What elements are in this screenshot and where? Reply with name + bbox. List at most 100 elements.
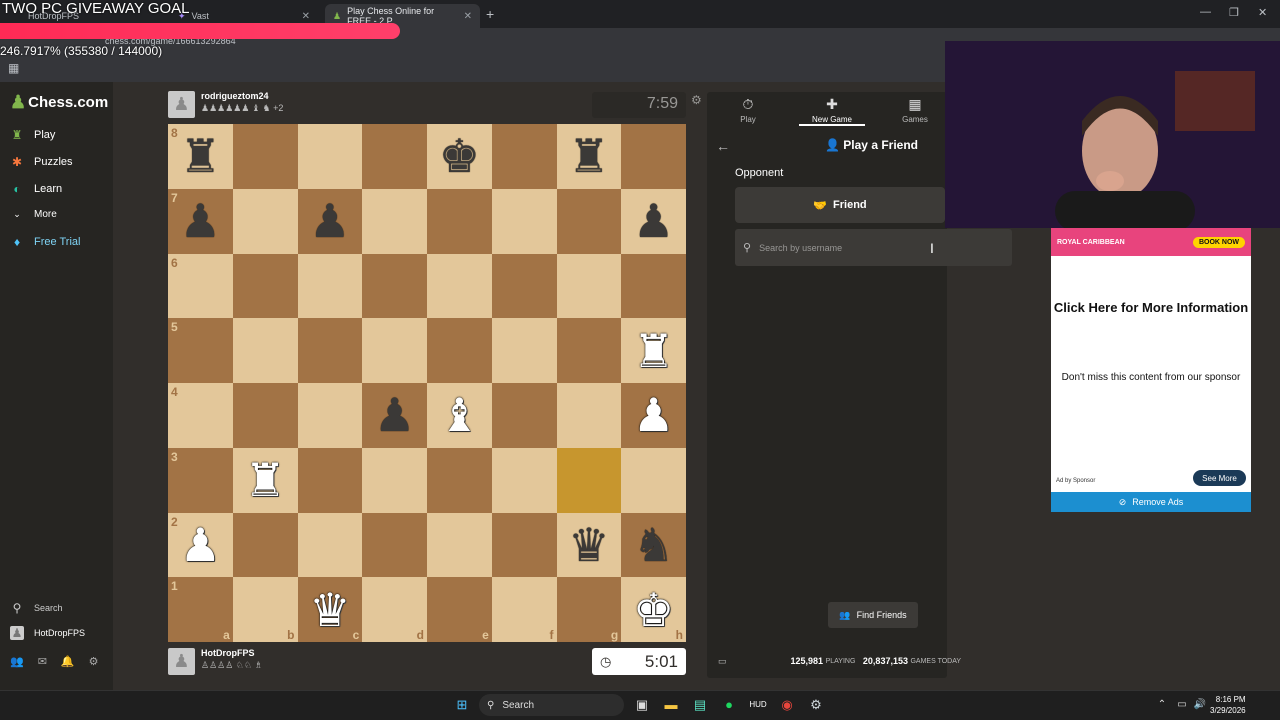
black-king-icon[interactable]: ♚ — [439, 133, 480, 179]
square-b5[interactable] — [232, 318, 298, 383]
square-c7[interactable]: ♟ — [297, 188, 363, 254]
black-rook-icon[interactable]: ♜ — [180, 133, 221, 179]
white-king-icon[interactable]: ♚ — [633, 587, 674, 633]
avatar[interactable]: ♟ — [168, 648, 195, 675]
square-a5[interactable]: 5 — [168, 318, 233, 383]
square-h4[interactable]: ♟ — [621, 383, 686, 448]
square-f4[interactable] — [491, 383, 557, 448]
square-e7[interactable] — [427, 188, 492, 254]
spotify-icon[interactable]: ● — [719, 695, 739, 715]
chevron-up-icon[interactable]: ⌃ — [1152, 695, 1172, 715]
gear-icon[interactable]: ⚙ — [89, 655, 99, 668]
close-window-icon[interactable]: ✕ — [1258, 6, 1267, 19]
white-rook-icon[interactable]: ♜ — [633, 328, 674, 374]
board-settings-icon[interactable]: ⚙ — [691, 93, 702, 107]
square-e8[interactable]: ♚ — [427, 124, 492, 189]
black-pawn-icon[interactable]: ♟ — [633, 198, 674, 244]
bell-icon[interactable]: 🔔 — [61, 655, 75, 668]
friend-button[interactable]: 🤝 Friend — [735, 187, 945, 223]
square-a2[interactable]: 2 ♟ — [168, 512, 233, 578]
white-queen-icon[interactable]: ♛ — [309, 587, 350, 633]
black-queen-icon[interactable]: ♛ — [568, 522, 609, 568]
square-h5[interactable]: ♜ — [621, 318, 686, 383]
taskbar-search[interactable]: ⚲ Search — [479, 694, 624, 716]
sidebar-item-play[interactable]: ♜ Play — [10, 128, 56, 142]
sidebar-item-learn[interactable]: ◐ Learn — [10, 182, 62, 196]
square-d3[interactable] — [362, 447, 427, 513]
square-a4[interactable]: 4 — [168, 383, 233, 448]
clock-display[interactable]: 8:16 PM 3/29/2026 — [1210, 694, 1246, 716]
steam-icon[interactable]: ⚙ — [806, 695, 826, 715]
white-rook-icon[interactable]: ♜ — [245, 457, 286, 503]
top-player-name[interactable]: rodrigueztom24 — [201, 91, 283, 101]
square-b7[interactable] — [232, 188, 298, 254]
square-f1[interactable]: f — [491, 577, 557, 642]
square-d4[interactable]: ♟ — [362, 383, 427, 448]
avatar[interactable]: ♟ — [168, 91, 195, 118]
square-a3[interactable]: 3 — [168, 447, 233, 513]
notepad-icon[interactable]: ▤ — [690, 695, 710, 715]
network-icon[interactable]: ▭ — [1172, 695, 1192, 715]
square-f3[interactable] — [491, 447, 557, 513]
square-g1[interactable]: g — [556, 577, 622, 642]
minimize-icon[interactable]: — — [1200, 6, 1211, 18]
square-b8[interactable] — [232, 124, 298, 189]
square-h8[interactable] — [621, 124, 686, 189]
square-c5[interactable] — [297, 318, 363, 383]
close-icon[interactable]: ✕ — [464, 11, 472, 22]
square-h6[interactable] — [621, 253, 686, 319]
sidebar-item-free-trial[interactable]: ♦ Free Trial — [10, 235, 81, 249]
square-c8[interactable] — [297, 124, 363, 189]
black-pawn-icon[interactable]: ♟ — [374, 392, 415, 438]
book-now-button[interactable]: BOOK NOW — [1192, 236, 1245, 248]
username-search-input[interactable]: ⚲ Search by username — [735, 229, 1012, 266]
square-b1[interactable]: b — [232, 577, 298, 642]
new-tab-icon[interactable]: + — [486, 6, 494, 22]
see-more-button[interactable]: See More — [1193, 470, 1246, 486]
square-h3[interactable] — [621, 447, 686, 513]
chess-logo[interactable]: ♟ Chess.com — [10, 92, 108, 113]
white-pawn-icon[interactable]: ♟ — [180, 522, 221, 568]
mail-icon[interactable]: ✉ — [38, 655, 47, 668]
sidebar-search[interactable]: ⚲ Search — [10, 601, 63, 615]
apps-grid-icon[interactable]: ▦ — [8, 61, 19, 75]
close-icon[interactable]: ✕ — [302, 11, 310, 22]
maximize-icon[interactable]: ❐ — [1229, 6, 1239, 19]
remove-ads-button[interactable]: ⊘ Remove Ads — [1051, 492, 1251, 512]
square-d5[interactable] — [362, 318, 427, 383]
chat-icon[interactable]: ▭ — [718, 656, 727, 667]
chrome-icon[interactable]: ◉ — [777, 695, 797, 715]
square-f6[interactable] — [491, 253, 557, 319]
square-a8[interactable]: 8 ♜ — [168, 124, 233, 189]
square-f5[interactable] — [491, 318, 557, 383]
square-h2[interactable]: ♞ — [621, 512, 686, 578]
sidebar-item-puzzles[interactable]: ✱ Puzzles — [10, 155, 73, 169]
square-e4[interactable]: ♝ — [427, 383, 492, 448]
square-d8[interactable] — [362, 124, 427, 189]
square-c1[interactable]: c ♛ — [297, 577, 363, 642]
square-c2[interactable] — [297, 512, 363, 578]
square-g7[interactable] — [556, 188, 622, 254]
black-pawn-icon[interactable]: ♟ — [180, 198, 221, 244]
task-view-icon[interactable]: ▣ — [632, 695, 652, 715]
square-g4[interactable] — [556, 383, 622, 448]
square-f7[interactable] — [491, 188, 557, 254]
square-b4[interactable] — [232, 383, 298, 448]
square-g6[interactable] — [556, 253, 622, 319]
white-pawn-icon[interactable]: ♟ — [633, 392, 674, 438]
hud-icon[interactable]: HUD — [748, 695, 768, 715]
ad-title[interactable]: Click Here for More Information — [1051, 300, 1251, 316]
square-f8[interactable] — [491, 124, 557, 189]
square-e2[interactable] — [427, 512, 492, 578]
square-a6[interactable]: 6 — [168, 253, 233, 319]
windows-start-icon[interactable]: ⊞ — [452, 695, 472, 715]
tab-new-game[interactable]: ✚ New Game — [799, 96, 865, 126]
square-e3[interactable] — [427, 447, 492, 513]
sponsor-ad[interactable]: ROYAL CARIBBEAN BOOK NOW Click Here for M… — [1051, 228, 1251, 512]
black-rook-icon[interactable]: ♜ — [568, 133, 609, 179]
tab-play[interactable]: ⏱ Play — [715, 96, 781, 124]
square-g8[interactable]: ♜ — [556, 124, 622, 189]
black-pawn-icon[interactable]: ♟ — [309, 198, 350, 244]
square-d1[interactable]: d — [362, 577, 427, 642]
chess-board[interactable]: 8 ♜ ♚ ♜ 7 ♟ ♟ ♟ 6 5 ♜ 4 ♟ ♝ ♟ 3 ♜ 2 ♟ ♛ ♞ 1 a b c ♛ d e f g h ♚ — [168, 124, 686, 642]
